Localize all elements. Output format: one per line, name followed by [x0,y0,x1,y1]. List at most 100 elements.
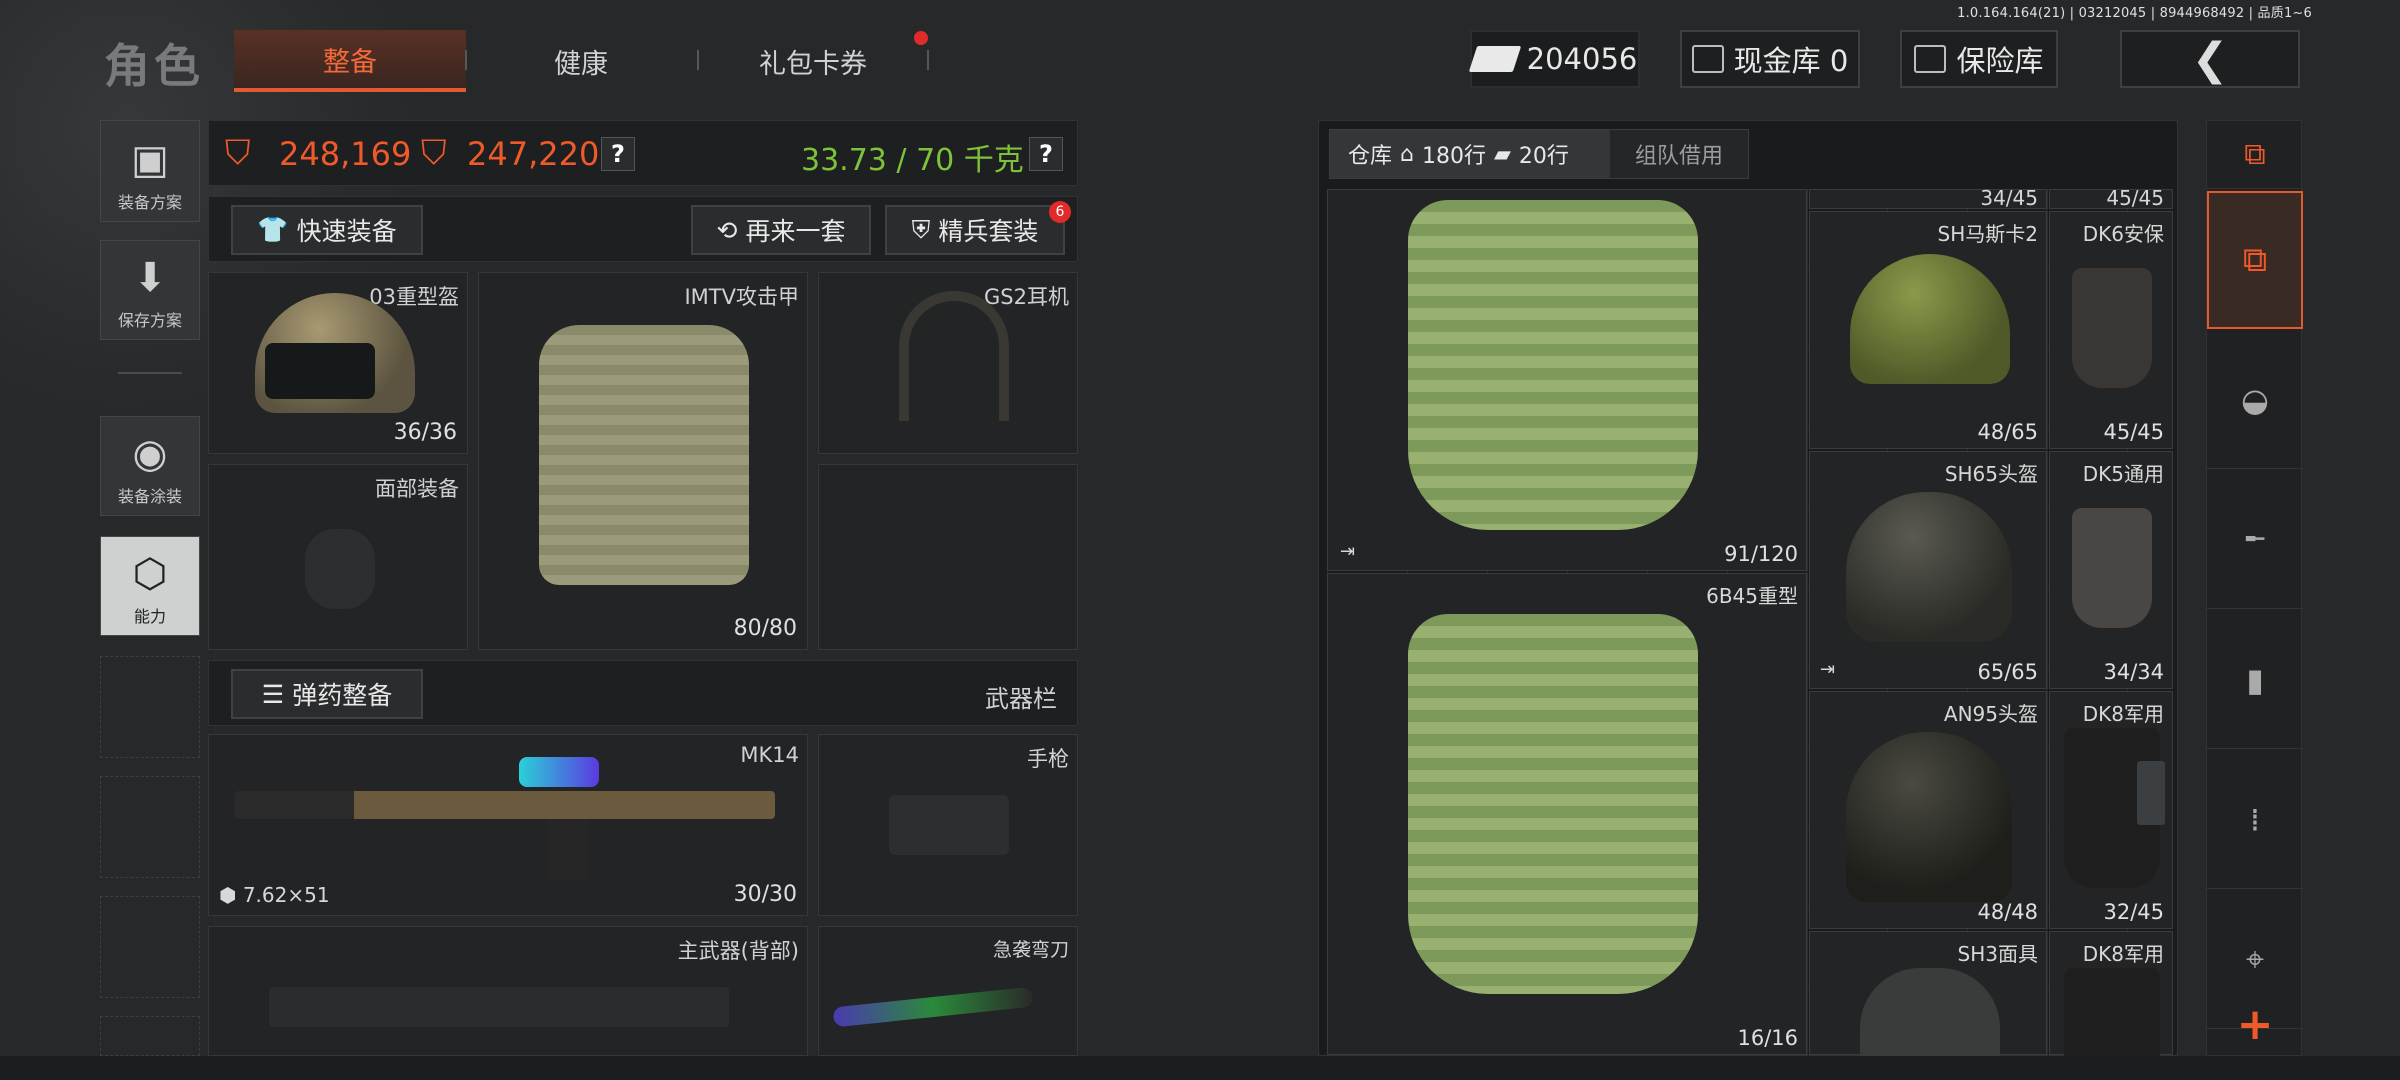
headset-image [899,291,1009,421]
inventory-item[interactable]: SH马斯卡2 48/65 [1809,211,2047,449]
inventory-item[interactable]: ⇥ 91/120 [1327,189,1807,571]
helmet-item-image [1850,254,2010,384]
inventory-item[interactable]: SH65头盔 ⇥ 65/65 [1809,451,2047,689]
face-shield-image [2064,968,2160,1058]
shirt-icon: 👕 [257,215,289,244]
inventory-item[interactable]: 34/45 [1809,186,2047,210]
inventory-item[interactable]: 45/45 [2049,186,2173,210]
inventory-item[interactable]: AN95头盔 48/48 [1809,691,2047,929]
download-icon: ⬇ [133,255,167,301]
save-plan-button[interactable]: ⬇ 保存方案 [100,240,200,340]
back-weapon-label: 主武器(背部) [677,939,799,963]
back-button[interactable]: ❮ [2120,30,2300,88]
weight-help-icon[interactable]: ? [1029,137,1063,171]
rifle-image [235,791,775,819]
tab-team-borrow[interactable]: 组队借用 [1610,138,1748,170]
lightning-icon: ⬡ [132,551,168,597]
inventory-item[interactable]: DK6安保 45/45 [2049,211,2173,449]
again-label: 再来一套 [745,217,846,246]
item-label: SH马斯卡2 [1937,222,2038,246]
empty-slot[interactable] [818,464,1078,650]
tab-loadout[interactable]: 整备 [234,30,466,92]
weapon-bar-label: 武器栏 [985,685,1057,713]
elite-set-button[interactable]: ⛨ 精兵套装 [885,205,1065,255]
category-gear[interactable]: ⧉ [2207,191,2303,329]
notification-dot [914,31,928,45]
item-durability: 91/120 [1724,542,1798,566]
stats-bar: ⛉ 248,169 ⛉ 247,220 ? 33.73 / 70 千克 ? [208,120,1078,186]
headset-slot[interactable]: GS2耳机 [818,272,1078,454]
tab-health[interactable]: 健康 [465,30,697,92]
helmet-item-image [1846,492,2012,642]
item-label: DK8军用 [2082,942,2164,966]
add-category-button[interactable]: + [2207,991,2303,1057]
tab-gifts[interactable]: 礼包卡券 [697,30,929,92]
help-icon[interactable]: ? [601,137,635,171]
gear-skin-label: 装备涂装 [117,487,182,506]
item-durability: 16/16 [1737,1026,1798,1050]
warehouse-rows: 180行 [1421,144,1486,169]
armor-item-image [1408,614,1698,994]
money-display: 204056 [1468,30,1640,88]
tab-warehouse[interactable]: 仓库 ⌂ 180行 ▰ 20行 [1330,130,1610,178]
face-slot[interactable]: 面部装备 [208,464,468,650]
safe-icon [1914,45,1947,73]
pistol-slot[interactable]: 手枪 [818,734,1078,916]
item-durability: 48/65 [1977,420,2038,444]
loadout-plan-button[interactable]: ▣ 装备方案 [100,120,200,222]
ability-label: 能力 [133,607,166,626]
headset-label: GS2耳机 [984,285,1069,309]
item-durability: 32/45 [2103,900,2164,924]
quick-equip-button[interactable]: 👕 快速装备 [231,205,423,255]
inventory-item[interactable]: 6B45重型 16/16 [1327,573,1807,1055]
again-button[interactable]: ⟲ 再来一套 [691,205,871,255]
inventory-item[interactable]: DK8军用 [2049,931,2173,1058]
pistol-placeholder-icon [889,795,1009,855]
face-shield-image [2072,508,2152,628]
ammo-caliber-text: 7.62×51 [242,883,330,907]
cash-vault-button[interactable]: 现金库 0 [1680,30,1860,88]
magazine-image [549,819,589,879]
item-durability: 45/45 [2103,420,2164,444]
gear-skin-button[interactable]: ◉ 装备涂装 [100,416,200,516]
category-rifle[interactable]: ╾ [2207,471,2303,609]
insurance-button[interactable]: 保险库 [1900,30,2058,88]
item-label: AN95头盔 [1943,702,2038,726]
knife-slot[interactable]: 急袭弯刀 [818,926,1078,1056]
ability-button[interactable]: ⬡ 能力 [100,536,200,636]
inventory-tabs: 仓库 ⌂ 180行 ▰ 20行 组队借用 [1329,129,1749,179]
helmet-slot[interactable]: 03重型盔 36/36 [208,272,468,454]
category-all[interactable]: ⧉ [2207,121,2303,189]
inventory-item[interactable]: SH3面具 [1809,931,2047,1058]
category-ammo[interactable]: ⁞ [2207,751,2303,889]
plus-icon: + [2236,998,2274,1050]
elite-set-label: 精兵套装 [938,217,1039,246]
warehouse-label: 仓库 [1348,144,1393,169]
armor-slot[interactable]: IMTV攻击甲 80/80 [478,272,808,650]
exit-icon: ⇥ [1820,659,1836,680]
face-label: 面部装备 [375,477,459,501]
loadout-toolbar: 👕 快速装备 ⟲ 再来一套 ⛨ 精兵套装 6 [208,196,1078,262]
inventory-item[interactable]: DK5通用 34/34 [2049,451,2173,689]
stat-value-2: 247,220 [467,135,600,173]
exit-icon: ⇥ [1340,541,1356,562]
ammo-loadout-button[interactable]: ☰ 弹药整备 [231,669,423,719]
category-helmet[interactable]: ◒ [2207,331,2303,469]
backpack-icon: ⛉ [225,133,251,173]
layers-icon: ⧉ [2242,240,2268,280]
scrollbar-thumb[interactable] [2137,761,2165,825]
primary-weapon-slot[interactable]: MK14 ⬢ 7.62×51 30/30 [208,734,808,916]
chevron-left-icon: ❮ [2191,33,2229,85]
item-label: SH65头盔 [1944,462,2038,486]
item-durability: 65/65 [1977,660,2038,684]
cash-icon [1468,46,1521,72]
category-magazine[interactable]: ▮ [2207,611,2303,749]
visor-image [265,343,375,399]
item-durability: 34/45 [1980,186,2038,210]
item-durability: 48/48 [1977,900,2038,924]
armor-icon: ⛉ [421,133,447,173]
mask-item-image [1860,968,2000,1058]
back-weapon-slot[interactable]: 主武器(背部) [208,926,808,1056]
item-durability: 34/34 [2103,660,2164,684]
empty-side-slot [100,776,200,878]
